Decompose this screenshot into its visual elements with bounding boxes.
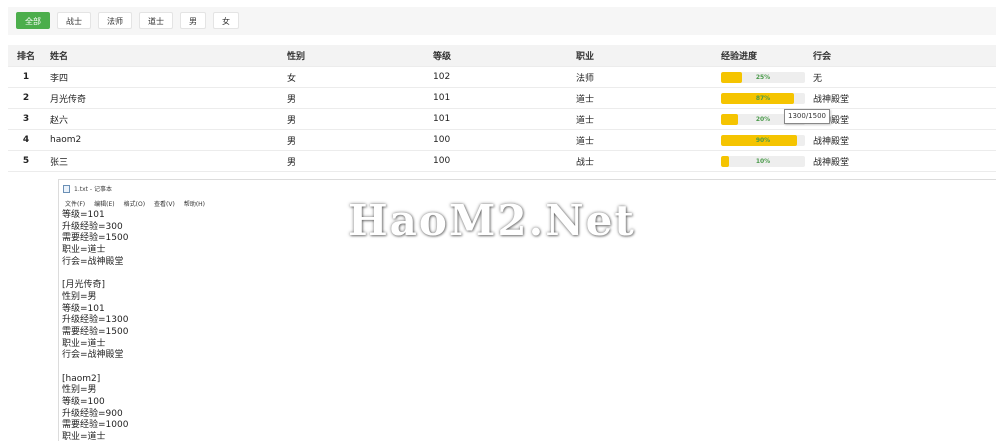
- notepad-window: 1.txt - 记事本 文件(F) 编辑(E) 格式(O) 查看(V) 帮助(H…: [58, 179, 996, 441]
- notepad-line: 行会=战神殿堂: [62, 256, 124, 267]
- notepad-icon: [63, 184, 70, 193]
- menu-edit[interactable]: 编辑(E): [94, 199, 114, 208]
- header-exp[interactable]: 经验进度: [716, 49, 810, 62]
- header-job[interactable]: 职业: [571, 49, 716, 62]
- exp-progress-bar[interactable]: 87%: [721, 92, 805, 104]
- name-cell: 李四: [50, 73, 69, 84]
- level-cell: 100: [433, 156, 451, 166]
- gender-cell: 男: [287, 157, 297, 168]
- notepad-line: 升级经验=1300: [62, 315, 129, 326]
- notepad-line: 等级=101: [62, 303, 105, 314]
- table-row[interactable]: 3 赵六男 101 道士 20% 战神殿堂: [8, 109, 996, 130]
- header-level[interactable]: 等级: [428, 49, 571, 62]
- filter-male-button[interactable]: 男: [180, 12, 206, 29]
- exp-progress-bar[interactable]: 90%: [721, 134, 805, 146]
- menu-view[interactable]: 查看(V): [154, 199, 175, 208]
- name-cell: 张三: [50, 157, 69, 168]
- notepad-line: 等级=101: [62, 210, 105, 220]
- level-cell: 100: [433, 135, 451, 145]
- table-row[interactable]: 5 张三 男 100 战士 10% 战神殿堂: [8, 151, 996, 172]
- exp-cell: 87%: [716, 92, 810, 104]
- table-header: 排名 姓名 性别 等级 职业 经验进度 行会: [8, 45, 996, 67]
- gender-cell: 男: [287, 94, 297, 105]
- exp-tooltip: 1300/1500: [784, 109, 830, 124]
- exp-progress-bar[interactable]: 10%: [721, 155, 805, 167]
- job-cell: 道士: [576, 136, 595, 147]
- rank-cell: 4: [22, 135, 30, 145]
- name-cell: 赵六: [50, 115, 69, 126]
- ranking-table: 排名 姓名 性别 等级 职业 经验进度 行会 1 李四 女 102 法师 25% 无 2 月光传…: [8, 45, 996, 172]
- header-name[interactable]: 姓名: [44, 49, 283, 62]
- exp-progress-bar[interactable]: 25%: [721, 71, 805, 83]
- notepad-line: 升级经验=900: [62, 408, 123, 419]
- table-row[interactable]: 4 haom2 男 100 道士 90% 战神殿堂: [8, 130, 996, 151]
- rank-cell: 3: [22, 114, 30, 124]
- table-row[interactable]: 2 月光传奇 男 101 道士 87% 战神殿堂: [8, 88, 996, 109]
- job-cell: 法师: [576, 73, 595, 84]
- header-rank[interactable]: 排名: [8, 49, 44, 62]
- job-cell: 战士: [576, 157, 595, 168]
- notepad-line: 性别=男: [62, 291, 97, 302]
- exp-progress-label: 90%: [755, 136, 771, 144]
- notepad-line: 性别=男: [62, 385, 97, 396]
- guild-cell: 战神殿堂: [813, 115, 850, 126]
- notepad-line: 行会=战神殿堂: [62, 350, 124, 361]
- notepad-line: 等级=100: [62, 397, 105, 407]
- name-cell: haom2: [50, 135, 82, 145]
- notepad-line: 升级经验=300: [62, 221, 123, 232]
- notepad-title: 1.txt - 记事本: [74, 186, 112, 193]
- guild-cell: 战神殿堂: [813, 157, 850, 168]
- table-body: 1 李四女 102 法师 25% 无 2 月光传奇男 101 道士 87% 战神殿堂 3 赵六男 101 道士…: [8, 67, 996, 172]
- exp-progress-label: 25%: [755, 73, 771, 81]
- exp-progress-label: 87%: [755, 94, 771, 102]
- header-gender[interactable]: 性别: [283, 49, 428, 62]
- job-cell: 道士: [576, 94, 595, 105]
- guild-cell: 无: [813, 73, 823, 84]
- table-row[interactable]: 1 李四 女 102 法师 25% 无: [8, 67, 996, 88]
- menu-format[interactable]: 格式(O): [124, 199, 145, 208]
- notepad-line: 职业=道士: [62, 245, 106, 256]
- header-guild[interactable]: 行会: [810, 49, 996, 62]
- filter-female-button[interactable]: 女: [213, 12, 239, 29]
- exp-cell: 25%: [716, 71, 810, 83]
- gender-cell: 女: [287, 73, 297, 84]
- level-cell: 101: [433, 93, 451, 103]
- notepad-line: 需要经验=1000: [62, 420, 129, 431]
- filter-bar: 全部 战士 法师 道士 男 女: [8, 7, 996, 35]
- notepad-line: 需要经验=1500: [62, 326, 129, 337]
- filter-taoist-button[interactable]: 道士: [139, 12, 173, 29]
- notepad-titlebar: 1.txt - 记事本: [59, 180, 996, 197]
- notepad-line: 需要经验=1500: [62, 233, 129, 244]
- gender-cell: 男: [287, 115, 297, 126]
- job-cell: 道士: [576, 115, 595, 126]
- exp-cell: 90%: [716, 134, 810, 146]
- menu-help[interactable]: 帮助(H): [184, 199, 205, 208]
- notepad-menubar: 文件(F) 编辑(E) 格式(O) 查看(V) 帮助(H): [59, 197, 996, 210]
- exp-cell: 10%: [716, 155, 810, 167]
- notepad-text-area[interactable]: 等级=101 升级经验=300 需要经验=1500 职业=道士 行会=战神殿堂 [月光传奇…: [59, 210, 996, 441]
- gender-cell: 男: [287, 136, 297, 147]
- level-cell: 101: [433, 114, 451, 124]
- rank-cell: 5: [22, 156, 30, 166]
- notepad-line: [62, 362, 996, 374]
- notepad-line: [haom2]: [62, 373, 101, 384]
- name-cell: 月光传奇: [50, 94, 87, 105]
- guild-cell: 战神殿堂: [813, 94, 850, 105]
- rank-cell: 1: [22, 72, 30, 82]
- filter-mage-button[interactable]: 法师: [98, 12, 132, 29]
- guild-cell: 战神殿堂: [813, 136, 850, 147]
- notepad-line: 职业=道士: [62, 338, 106, 349]
- filter-all-button[interactable]: 全部: [16, 12, 50, 29]
- notepad-line: [62, 268, 996, 280]
- rank-cell: 2: [22, 93, 30, 103]
- filter-warrior-button[interactable]: 战士: [57, 12, 91, 29]
- exp-progress-label: 10%: [755, 157, 771, 165]
- level-cell: 102: [433, 72, 451, 82]
- notepad-line: [月光传奇]: [62, 280, 106, 291]
- menu-file[interactable]: 文件(F): [65, 199, 85, 208]
